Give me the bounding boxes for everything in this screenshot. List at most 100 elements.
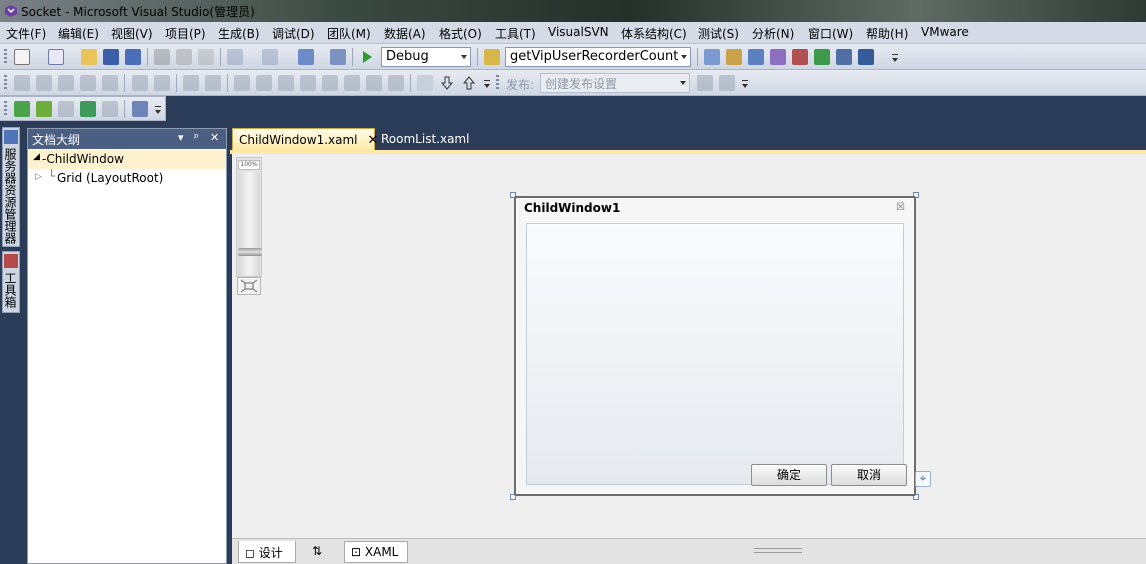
collapse-triangle-icon[interactable]: ▷ [35,172,42,182]
menu-visualsvn[interactable]: VisualSVN [548,25,609,39]
menu-view[interactable]: 视图(V) [111,25,153,42]
menu-window[interactable]: 窗口(W) [808,25,853,42]
toolbox-button-icon[interactable] [770,49,786,65]
find-combo[interactable]: getVipUserRecorderCount [505,47,691,67]
team-explorer-icon[interactable] [836,49,852,65]
navigate-backward-icon[interactable] [298,49,314,65]
menu-test[interactable]: 测试(S) [698,25,739,42]
tools-icon[interactable] [792,49,808,65]
child-window-preview[interactable]: ChildWindow1 ☒ 确定 取消 [514,196,916,496]
server-explorer-tab[interactable]: 服务器资源管理器 [2,127,20,247]
stop-icon[interactable] [58,101,74,117]
uncomment-icon[interactable] [205,75,221,91]
prev-bookmark-folder-icon[interactable] [300,75,316,91]
object-browser-icon[interactable] [748,49,764,65]
publish-combo[interactable]: 创建发布设置 [540,73,690,93]
align-rights-icon[interactable] [102,75,118,91]
bookmark-icon[interactable] [234,75,250,91]
close-icon[interactable]: ☒ [896,202,905,213]
close-icon[interactable]: ✕ [210,131,219,144]
move-icon[interactable] [417,75,433,91]
new-project-icon[interactable] [14,49,30,65]
tab-roomlist-xaml[interactable]: RoomList.xaml [375,128,475,151]
comment-icon[interactable] [183,75,199,91]
align-lefts-icon[interactable] [36,75,52,91]
menu-edit[interactable]: 编辑(E) [58,25,99,42]
run-settings-icon[interactable] [36,101,52,117]
arrow-down-icon[interactable] [439,75,455,91]
toolbar-overflow-icon[interactable] [741,75,749,91]
menu-tools[interactable]: 工具(T) [495,25,536,42]
paste-icon[interactable] [198,49,214,65]
menu-architecture[interactable]: 体系结构(C) [621,25,687,42]
next-bookmark-doc-icon[interactable] [366,75,382,91]
tab-design[interactable]: ◻ 设计 [238,541,296,563]
open-folder-icon[interactable] [81,49,97,65]
menu-team[interactable]: 团队(M) [327,25,371,42]
attach-process-icon[interactable] [132,101,148,117]
start-debugging-icon[interactable] [359,49,375,65]
properties-icon[interactable] [726,49,742,65]
solution-explorer-icon[interactable] [704,49,720,65]
menu-format[interactable]: 格式(O) [439,25,482,42]
toolbox-tab[interactable]: 工具箱 [2,251,20,313]
tab-xaml[interactable]: ⊡ XAML [344,541,408,563]
font-size-icon[interactable] [80,75,96,91]
add-item-icon[interactable] [48,49,64,65]
redo-icon[interactable] [262,49,278,65]
navigate-forward-icon[interactable] [330,49,346,65]
step-icon[interactable] [80,101,96,117]
copy-icon[interactable] [176,49,192,65]
menu-analyze[interactable]: 分析(N) [752,25,794,42]
indent-icon[interactable] [132,75,148,91]
menu-data[interactable]: 数据(A) [384,25,426,42]
tab-childwindow1-xaml[interactable]: ChildWindow1.xaml ✕ [232,128,378,151]
menu-file[interactable]: 文件(F) [6,25,46,42]
next-bookmark-folder-icon[interactable] [322,75,338,91]
toolbar-grip[interactable] [4,101,7,117]
menu-debug[interactable]: 调试(D) [272,25,315,42]
zoom-thumb[interactable] [238,248,262,256]
zoom-track[interactable] [238,172,262,276]
toolbar-overflow-icon[interactable] [154,101,162,117]
menu-build[interactable]: 生成(B) [218,25,260,42]
undo-icon[interactable] [227,49,243,65]
toolbar-grip[interactable] [4,49,7,65]
tree-node-grid[interactable]: ▷ └ Grid (LayoutRoot) [28,169,226,188]
cut-icon[interactable] [154,49,170,65]
clear-bookmarks-icon[interactable] [388,75,404,91]
menu-project[interactable]: 项目(P) [165,25,206,42]
toolbar-grip[interactable] [496,75,499,91]
command-window-icon[interactable] [858,49,874,65]
menu-vmware[interactable]: VMware [921,25,969,39]
save-all-icon[interactable] [125,49,141,65]
ok-button[interactable]: 确定 [751,464,827,486]
cancel-button[interactable]: 取消 [831,464,907,486]
expand-triangle-icon[interactable]: ◢ [33,152,40,162]
swap-panes-button[interactable]: ⇅ [306,541,328,563]
extension-manager-icon[interactable] [814,49,830,65]
toolbar-overflow-icon[interactable] [483,75,491,91]
menu-help[interactable]: 帮助(H) [866,25,908,42]
toolbar-overflow-icon[interactable] [891,49,899,65]
zoom-fit-button[interactable] [237,277,261,295]
align-centers-icon[interactable] [58,75,74,91]
zoom-slider[interactable]: 100% [236,157,262,277]
pin-icon[interactable]: ᵖ [194,131,199,144]
tree-node-childwindow[interactable]: ◢ -ChildWindow [28,150,226,169]
pane-splitter[interactable] [754,548,802,553]
save-icon[interactable] [103,49,119,65]
prev-bookmark-doc-icon[interactable] [344,75,360,91]
child-window-content[interactable] [526,223,904,485]
find-in-files-icon[interactable] [484,49,500,65]
align-to-grid-icon[interactable] [14,75,30,91]
arrow-up-icon[interactable] [461,75,477,91]
run-icon[interactable] [14,101,30,117]
toolbar-grip[interactable] [4,75,7,91]
dropdown-icon[interactable]: ▾ [178,131,184,144]
outdent-icon[interactable] [154,75,170,91]
configuration-combo[interactable]: Debug [381,47,471,67]
publish-settings-icon[interactable] [719,75,735,91]
next-bookmark-icon[interactable] [278,75,294,91]
move-handle-icon[interactable]: ⌖ [915,471,931,487]
